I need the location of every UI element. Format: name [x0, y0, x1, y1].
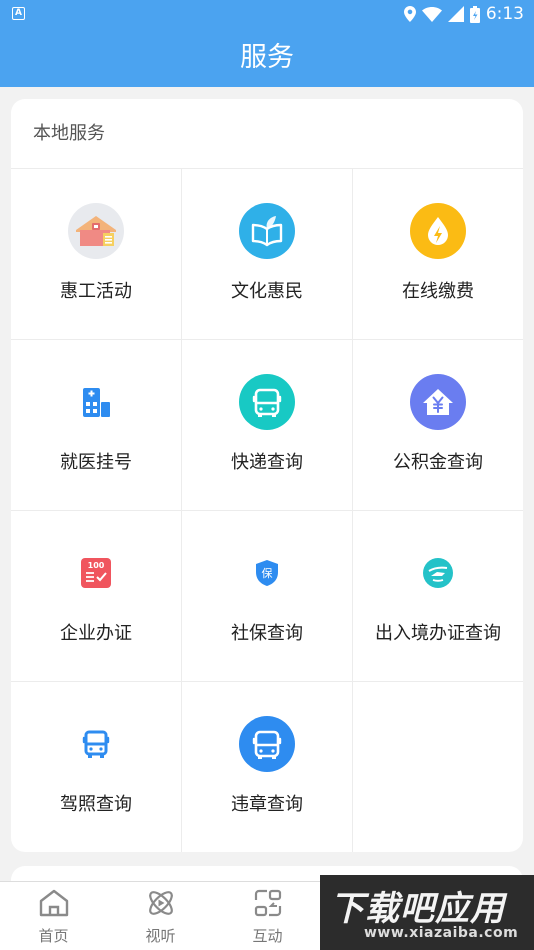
service-label: 公积金查询 — [393, 452, 483, 473]
battery-icon — [469, 5, 480, 23]
service-label: 惠工活动 — [60, 281, 132, 302]
service-label: 文化惠民 — [231, 281, 303, 302]
wifi-icon — [421, 6, 442, 22]
service-label: 就医挂号 — [60, 452, 132, 473]
service-violation-query[interactable]: 违章查询 — [182, 682, 353, 852]
hospital-building-icon — [67, 373, 125, 431]
home-icon — [38, 888, 70, 922]
bus-icon — [238, 373, 296, 431]
tab-label: 视听 — [145, 927, 176, 945]
service-label: 企业办证 — [60, 623, 132, 644]
book-leaf-icon — [238, 202, 296, 260]
signal-icon — [447, 6, 464, 22]
house-gift-icon — [67, 202, 125, 260]
watermark-title: 下载吧应用 — [330, 889, 505, 929]
service-exit-entry[interactable]: 出入境办证查询 — [353, 511, 523, 682]
service-housing-fund[interactable]: 公积金查询 — [353, 340, 523, 511]
interaction-icon — [252, 888, 284, 922]
service-driver-license[interactable]: 驾照查询 — [11, 682, 182, 852]
status-icons: 6:13 — [403, 3, 524, 25]
service-label: 出入境办证查询 — [375, 623, 501, 644]
watermark-url: www.xiazaiba.com — [364, 925, 519, 941]
section-title: 本地服务 — [11, 99, 523, 169]
tab-home[interactable]: 首页 — [0, 882, 107, 950]
tab-label: 首页 — [38, 927, 69, 945]
certificate-100-icon: 100 — [67, 544, 125, 602]
service-label: 在线缴费 — [402, 281, 474, 302]
plane-globe-icon — [409, 544, 467, 602]
insurance-shield-icon: 保 — [238, 544, 296, 602]
location-icon — [403, 6, 416, 22]
watermark-logo: 下载吧应用 www.xiazaiba.com — [320, 875, 534, 950]
lightning-drop-icon — [409, 202, 467, 260]
service-culture[interactable]: 文化惠民 — [182, 169, 353, 340]
service-label: 违章查询 — [231, 794, 303, 815]
local-services-card: 本地服务 惠工活动 文化惠民 在线缴费 就医挂号 快递查询 公积金查询 100 … — [11, 99, 523, 852]
atom-play-icon — [145, 888, 177, 922]
page-title: 服务 — [0, 28, 534, 87]
service-express-query[interactable]: 快递查询 — [182, 340, 353, 511]
service-label: 快递查询 — [231, 452, 303, 473]
yuan-house-icon — [409, 373, 467, 431]
service-online-payment[interactable]: 在线缴费 — [353, 169, 523, 340]
tab-label: 互动 — [252, 927, 283, 945]
svg-text:保: 保 — [262, 566, 273, 580]
empty-cell — [353, 682, 523, 852]
bus-small-icon — [67, 715, 125, 773]
status-bar: A 6:13 — [0, 0, 534, 28]
services-grid: 惠工活动 文化惠民 在线缴费 就医挂号 快递查询 公积金查询 100 企业办证 … — [11, 169, 523, 852]
clock-time: 6:13 — [485, 4, 524, 24]
service-hospital-registration[interactable]: 就医挂号 — [11, 340, 182, 511]
service-label: 社保查询 — [231, 623, 303, 644]
tab-audiovisual[interactable]: 视听 — [107, 882, 214, 950]
svg-text:100: 100 — [88, 561, 105, 570]
service-enterprise-certificate[interactable]: 100 企业办证 — [11, 511, 182, 682]
service-social-security[interactable]: 保 社保查询 — [182, 511, 353, 682]
service-huigong-activity[interactable]: 惠工活动 — [11, 169, 182, 340]
tab-interaction[interactable]: 互动 — [214, 882, 321, 950]
notification-a-icon: A — [12, 7, 25, 20]
bus-round-icon — [238, 715, 296, 773]
service-label: 驾照查询 — [60, 794, 132, 815]
